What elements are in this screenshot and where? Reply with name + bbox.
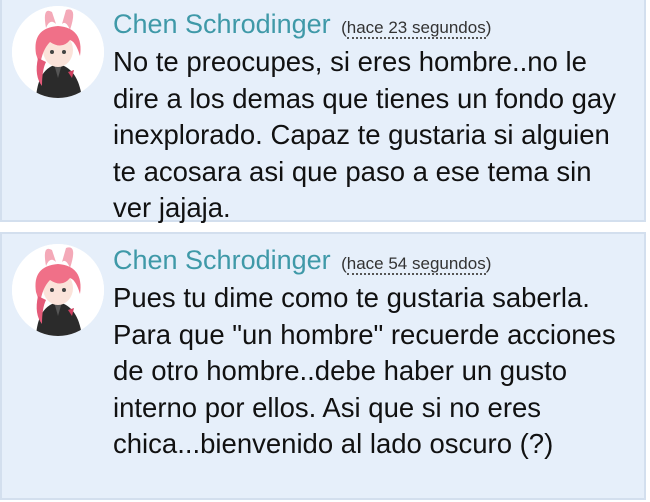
- author-name[interactable]: Chen Schrodinger: [113, 245, 331, 275]
- timestamp[interactable]: hace 54 segundos: [346, 254, 486, 275]
- avatar[interactable]: [12, 244, 104, 336]
- comment-text: Pues tu dime como te gustaria saberla. P…: [113, 282, 616, 459]
- comment-header: Chen Schrodinger (hace 23 segundos): [113, 6, 634, 42]
- time-open-paren: (: [341, 254, 347, 273]
- avatar[interactable]: [12, 6, 104, 98]
- time-close-paren: ): [485, 18, 492, 37]
- timestamp[interactable]: hace 23 segundos: [346, 18, 486, 39]
- time-close-paren: ): [485, 254, 492, 273]
- comment-body: Chen Schrodinger (hace 54 segundos) Pues…: [113, 242, 634, 463]
- avatar-image: [12, 244, 104, 336]
- comment-body: Chen Schrodinger (hace 23 segundos) No t…: [113, 6, 634, 227]
- comment-header: Chen Schrodinger (hace 54 segundos): [113, 242, 634, 278]
- comment-item: Chen Schrodinger (hace 54 segundos) Pues…: [0, 232, 646, 500]
- comment-time: (hace 54 segundos): [341, 254, 492, 275]
- time-open-paren: (: [341, 18, 347, 37]
- author-name[interactable]: Chen Schrodinger: [113, 9, 331, 39]
- comment-item: Chen Schrodinger (hace 23 segundos) No t…: [0, 0, 646, 223]
- comment-time: (hace 23 segundos): [341, 18, 492, 39]
- comment-text: No te preocupes, si eres hombre..no le d…: [113, 46, 616, 223]
- avatar-image: [12, 6, 104, 98]
